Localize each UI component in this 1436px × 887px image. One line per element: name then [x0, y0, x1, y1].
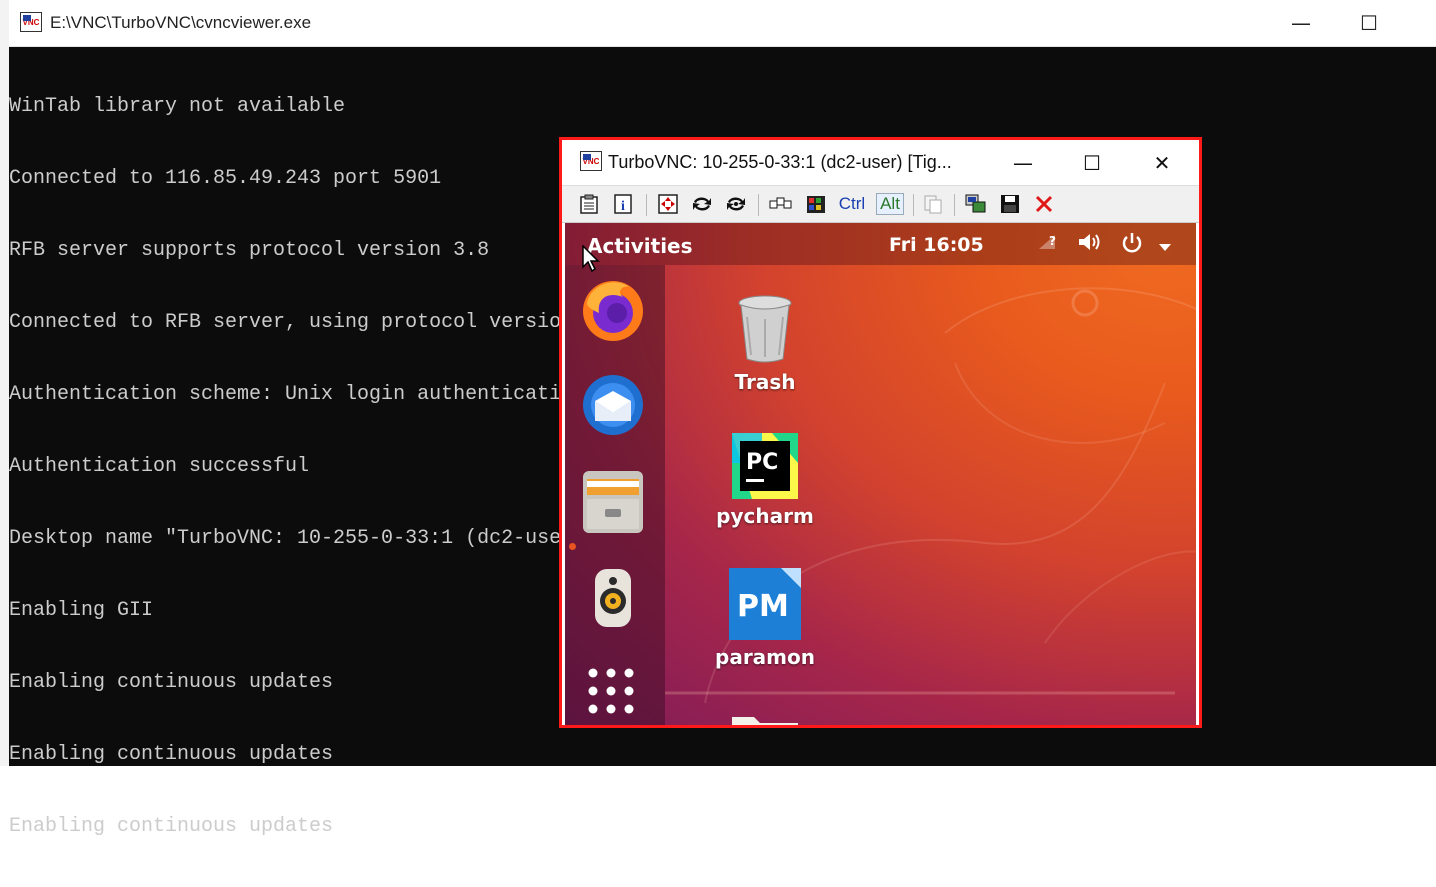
- vnc-maximize-button[interactable]: ☐: [1062, 143, 1122, 183]
- rhythmbox-icon[interactable]: [577, 561, 649, 633]
- console-output: WinTab library not available Connected t…: [9, 47, 621, 887]
- maximize-button[interactable]: ☐: [1337, 0, 1401, 46]
- disconnect-icon[interactable]: [1031, 191, 1057, 217]
- toolbar-separator: [913, 194, 914, 216]
- thunderbird-icon[interactable]: [577, 369, 649, 441]
- activities-button[interactable]: Activities: [587, 234, 693, 258]
- console-line: Desktop name "TurboVNC: 10-255-0-33:1 (d…: [9, 527, 574, 550]
- console-window-title: E:\VNC\TurboVNC\cvncviewer.exe: [50, 13, 312, 32]
- lossless-refresh-icon[interactable]: [723, 191, 749, 217]
- files-icon[interactable]: [577, 465, 649, 537]
- vnc-close-button[interactable]: ✕: [1132, 143, 1192, 183]
- ctrl-label: Ctrl: [838, 194, 866, 213]
- vnc-app-icon: VNC: [20, 12, 42, 32]
- ctrl-esc-icon[interactable]: [803, 191, 829, 217]
- ubuntu-topbar: Activities Fri 16:05 ?: [565, 223, 1196, 265]
- firefox-icon[interactable]: [577, 273, 649, 345]
- svg-text:?: ?: [1049, 234, 1056, 248]
- refresh-icon[interactable]: [689, 191, 715, 217]
- vnc-minimize-button[interactable]: —: [993, 143, 1053, 183]
- desktop-icon-trash[interactable]: Trash: [705, 293, 825, 394]
- network-icon[interactable]: ?: [1035, 231, 1059, 258]
- pycharm-label: pycharm: [716, 504, 814, 528]
- paramon-label: paramon: [715, 645, 815, 669]
- toolbar-separator: [646, 194, 647, 216]
- save-icon[interactable]: [997, 191, 1023, 217]
- running-indicator: [569, 543, 576, 550]
- console-line: Connected to RFB server, using protocol …: [9, 311, 622, 334]
- vnc-window-title: TurboVNC: 10-255-0-33:1 (dc2-user) [Tig.…: [608, 152, 952, 172]
- console-line: Authentication scheme: Unix login authen…: [9, 383, 574, 406]
- show-applications-icon[interactable]: [577, 657, 649, 725]
- alt-key-button[interactable]: Alt: [873, 191, 907, 217]
- info-icon[interactable]: i: [610, 191, 636, 217]
- ctrl-alt-del-icon[interactable]: [767, 191, 795, 217]
- paramon-icon: PM: [729, 568, 801, 640]
- toolbar-separator: [758, 194, 759, 216]
- pycharm-icon: PC: [732, 433, 798, 499]
- options-icon[interactable]: [576, 191, 602, 217]
- console-line: Authentication successful: [9, 455, 310, 478]
- folder-icon: [732, 717, 798, 725]
- alt-label: Alt: [876, 193, 904, 215]
- console-line: Enabling continuous updates: [9, 815, 334, 838]
- console-line: Enabling continuous updates: [9, 743, 334, 766]
- trash-icon: [738, 295, 792, 363]
- svg-text:PC: PC: [746, 450, 778, 475]
- desktop-icon-paramon[interactable]: PM paramon: [705, 568, 825, 669]
- console-line: WinTab library not available: [9, 95, 346, 118]
- system-menu-chevron-down-icon[interactable]: [1158, 235, 1172, 257]
- trash-label: Trash: [734, 370, 796, 394]
- desktop-icon-folder[interactable]: [705, 713, 825, 725]
- console-line: Enabling GII: [9, 599, 154, 622]
- mouse-cursor-icon: [582, 245, 600, 273]
- clock[interactable]: Fri 16:05: [889, 234, 984, 256]
- volume-icon[interactable]: [1076, 231, 1102, 258]
- fullscreen-icon[interactable]: [655, 191, 681, 217]
- vnc-titlebar[interactable]: VNC TurboVNC: 10-255-0-33:1 (dc2-user) […: [562, 140, 1199, 185]
- svg-text:i: i: [621, 199, 625, 214]
- console-line: Enabling continuous updates: [9, 671, 334, 694]
- new-connection-icon[interactable]: [963, 191, 989, 217]
- vnc-toolbar: i Ctrl Alt: [562, 185, 1199, 223]
- vnc-app-icon: VNC: [580, 151, 602, 171]
- background-desktop-strip: [0, 0, 9, 766]
- clipboard-icon[interactable]: [920, 191, 946, 217]
- minimize-button[interactable]: —: [1269, 0, 1333, 46]
- remote-desktop[interactable]: Activities Fri 16:05 ? Trash PC pycharm …: [565, 223, 1196, 725]
- console-line: Connected to 116.85.49.243 port 5901: [9, 167, 442, 190]
- vnc-viewer-window: VNC TurboVNC: 10-255-0-33:1 (dc2-user) […: [559, 137, 1202, 728]
- console-titlebar: VNC E:\VNC\TurboVNC\cvncviewer.exe — ☐: [9, 0, 1436, 47]
- ctrl-key-button[interactable]: Ctrl: [835, 191, 869, 217]
- svg-text:PM: PM: [737, 589, 789, 624]
- power-icon[interactable]: [1120, 231, 1144, 260]
- console-line: RFB server supports protocol version 3.8: [9, 239, 490, 262]
- ubuntu-dock: [565, 265, 665, 725]
- desktop-icon-pycharm[interactable]: PC pycharm: [705, 433, 825, 528]
- toolbar-separator: [954, 194, 955, 216]
